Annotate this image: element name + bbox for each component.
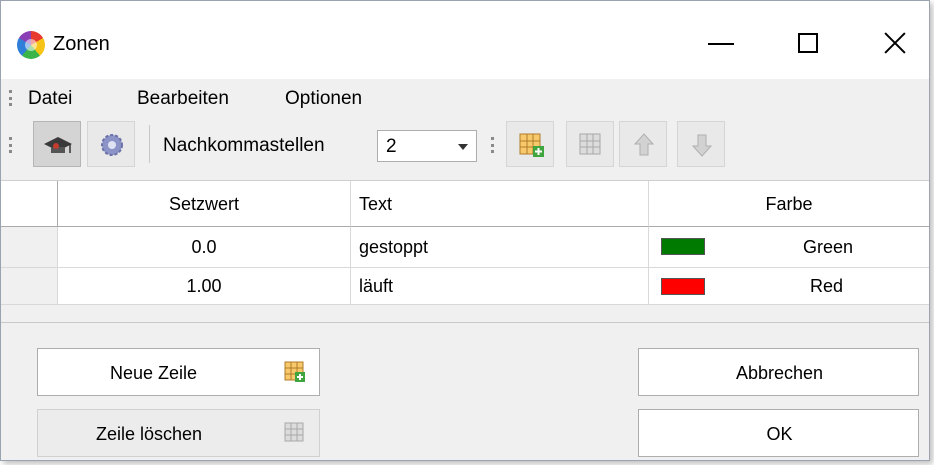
text-cell[interactable]: läuft: [351, 268, 649, 305]
setzwert-cell[interactable]: 0.0: [58, 227, 351, 268]
ok-label: OK: [766, 424, 793, 444]
decimals-label: Nachkommastellen: [163, 135, 325, 156]
add-row-button[interactable]: [506, 121, 554, 167]
row-header-corner: [1, 181, 58, 227]
menu-bar: Datei Bearbeiten Optionen: [1, 80, 929, 116]
toolbar-separator: [149, 125, 150, 163]
move-up-button[interactable]: [619, 121, 667, 167]
row-header[interactable]: [1, 268, 58, 305]
maximize-button[interactable]: [781, 21, 837, 65]
toolbar-grip[interactable]: [9, 137, 15, 153]
arrow-down-icon: [691, 134, 713, 157]
menu-datei[interactable]: Datei: [28, 88, 72, 110]
app-logo-icon: [17, 31, 45, 59]
column-header-text[interactable]: Text: [351, 181, 649, 227]
arrow-up-icon: [633, 133, 655, 156]
color-name: Green: [802, 237, 853, 257]
table-add-icon: [519, 133, 544, 157]
zones-table: Setzwert Text Farbe 0.0 gestoppt Green 1…: [1, 180, 929, 324]
decimals-value: 2: [386, 136, 397, 157]
color-swatch: [661, 238, 705, 255]
cancel-label: Abbrechen: [735, 363, 824, 383]
graduation-cap-icon: [44, 137, 72, 153]
delete-row-label: Zeile löschen: [96, 424, 203, 444]
setzwert-cell[interactable]: 1.00: [58, 268, 351, 305]
gear-icon: [101, 134, 123, 156]
cancel-button[interactable]: Abbrechen: [638, 348, 919, 396]
color-cell[interactable]: Red: [649, 268, 929, 305]
new-row-label: Neue Zeile: [110, 363, 198, 383]
menu-optionen[interactable]: Optionen: [285, 88, 362, 110]
color-name: Red: [809, 276, 843, 296]
row-header[interactable]: [1, 227, 58, 268]
window-title: Zonen: [53, 33, 110, 55]
column-header-setzwert[interactable]: Setzwert: [58, 181, 351, 227]
table-delete-icon: [284, 422, 304, 442]
table-delete-icon: [579, 133, 601, 155]
ok-button[interactable]: OK: [638, 409, 919, 457]
menu-grip[interactable]: [9, 90, 15, 106]
settings-button[interactable]: [87, 121, 135, 167]
toolbar: Nachkommastellen 2: [1, 117, 929, 179]
zonen-dialog: Zonen Datei Bearbeiten Optionen Nachkomm…: [0, 0, 930, 461]
chevron-down-icon: [458, 144, 468, 150]
column-header-farbe[interactable]: Farbe: [649, 181, 929, 227]
minimize-button[interactable]: [694, 21, 750, 65]
toolbar-grip-2[interactable]: [491, 137, 497, 153]
view-mode-button[interactable]: [33, 121, 81, 167]
title-bar: Zonen: [1, 1, 929, 79]
text-cell[interactable]: gestoppt: [351, 227, 649, 268]
table-bottom-border: [1, 322, 929, 323]
delete-row-button-bottom[interactable]: Zeile löschen: [37, 409, 320, 457]
table-add-icon: [284, 361, 305, 382]
color-swatch: [661, 278, 705, 295]
color-cell[interactable]: Green: [649, 227, 929, 268]
move-down-button[interactable]: [677, 121, 725, 167]
delete-row-button[interactable]: [566, 121, 614, 167]
close-button[interactable]: [867, 21, 923, 65]
new-row-button[interactable]: Neue Zeile: [37, 348, 320, 396]
decimals-select[interactable]: 2: [377, 130, 477, 162]
menu-bearbeiten[interactable]: Bearbeiten: [137, 88, 229, 110]
